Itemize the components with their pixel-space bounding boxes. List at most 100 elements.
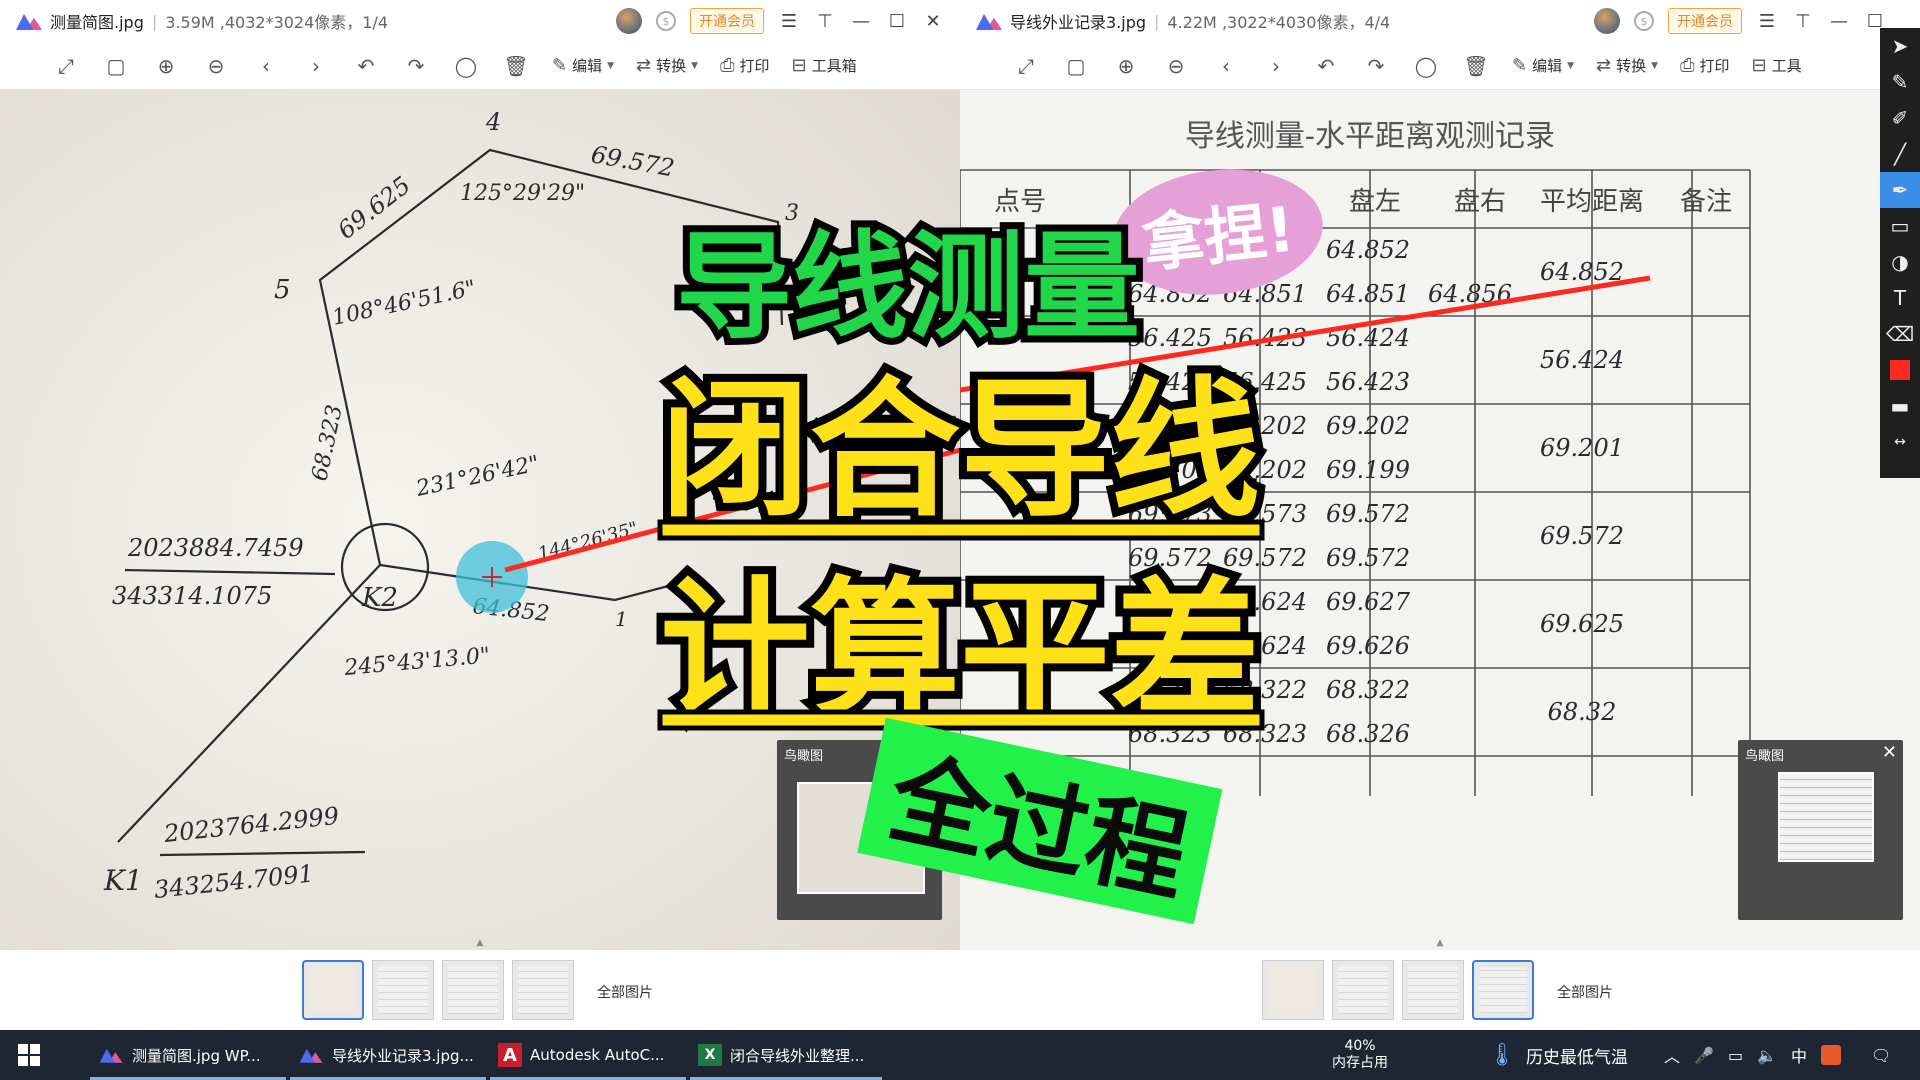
pin-icon[interactable]: ⊤: [1792, 10, 1814, 32]
fullscreen-icon[interactable]: ⤢: [1012, 52, 1040, 80]
rotate-right-icon[interactable]: ↷: [1362, 52, 1390, 80]
delete-icon[interactable]: 🗑: [502, 52, 530, 80]
marker-icon[interactable]: ✐: [1880, 100, 1920, 136]
palette-icon[interactable]: ◑: [1880, 244, 1920, 280]
toolbox-button[interactable]: ⊟ 工具: [1751, 55, 1801, 76]
next-icon[interactable]: ›: [1262, 52, 1290, 80]
all-pictures-link[interactable]: 全部图片: [1557, 982, 1613, 1002]
minimize-icon[interactable]: —: [1828, 10, 1850, 32]
volume-icon[interactable]: 🔈: [1757, 1046, 1777, 1065]
tray-chevron-up-icon[interactable]: ︿: [1664, 1043, 1680, 1067]
thumbnail-4[interactable]: [512, 960, 574, 1020]
taskbar-item-sketch[interactable]: 测量简图.jpg WP...: [90, 1030, 286, 1080]
user-avatar[interactable]: [616, 8, 642, 34]
print-button[interactable]: ⎙ 打印: [1680, 55, 1729, 76]
wps-tray-icon[interactable]: [1821, 1045, 1841, 1065]
color-swatch-icon[interactable]: [1880, 352, 1920, 388]
start-button[interactable]: [18, 1030, 40, 1080]
taskbar-item-record[interactable]: 导线外业记录3.jpg...: [290, 1030, 486, 1080]
stroke-width-icon[interactable]: ▬: [1880, 388, 1920, 424]
thermometer-icon: 🌡: [1488, 1042, 1516, 1068]
collapse-thumbs-icon[interactable]: ▲: [468, 938, 492, 950]
pen-icon[interactable]: ✎: [1880, 64, 1920, 100]
wps-photo-logo-icon: [976, 14, 1002, 30]
ime-indicator[interactable]: 中: [1791, 1043, 1807, 1067]
thumbnail-2[interactable]: [1332, 960, 1394, 1020]
mouse-icon[interactable]: ◯: [452, 52, 480, 80]
line-icon[interactable]: ╱: [1880, 136, 1920, 172]
convert-icon: ⇄: [636, 55, 652, 76]
text-icon[interactable]: T: [1880, 280, 1920, 316]
rotate-left-icon[interactable]: ↶: [352, 52, 380, 80]
sheet-header-cell: 点号: [994, 187, 1046, 217]
right-titlebar: 导线外业记录3.jpg | 4.22M ,3022*4030像素，4/4 $ 开…: [960, 0, 1920, 42]
close-icon[interactable]: ✕: [922, 10, 944, 32]
convert-button[interactable]: ⇄ 转换 ▼: [636, 55, 698, 76]
rotate-right-icon[interactable]: ↷: [402, 52, 430, 80]
thumbnail-1[interactable]: [1262, 960, 1324, 1020]
next-icon[interactable]: ›: [302, 52, 330, 80]
taskbar-item-excel[interactable]: X 闭合导线外业整理...: [690, 1030, 882, 1080]
zoom-out-icon[interactable]: ⊖: [1162, 52, 1190, 80]
mouse-icon[interactable]: ◯: [1412, 52, 1440, 80]
thumbnail-4[interactable]: [1472, 960, 1534, 1020]
thumbnail-3[interactable]: [1402, 960, 1464, 1020]
sheet-cell: 69.624: [1128, 632, 1212, 660]
brush-icon[interactable]: ✒: [1880, 172, 1920, 208]
user-avatar[interactable]: [1594, 8, 1620, 34]
coin-icon[interactable]: $: [1634, 11, 1654, 31]
sheet-cell: 69.572: [1223, 544, 1307, 572]
sheet-cell: 69.624: [1223, 632, 1307, 660]
rotate-left-icon[interactable]: ↶: [1312, 52, 1340, 80]
minimap-close-icon[interactable]: ✕: [1882, 742, 1897, 763]
edit-button[interactable]: ✎ 编辑 ▼: [1512, 55, 1574, 76]
thumbnail-1[interactable]: [302, 960, 364, 1020]
sheet-cell: 69.625: [1128, 588, 1212, 616]
thumbnail-3[interactable]: [442, 960, 504, 1020]
coin-icon[interactable]: $: [656, 11, 676, 31]
sheet-cell: 69.201: [1128, 456, 1212, 484]
minimize-icon[interactable]: —: [850, 10, 872, 32]
taskbar-item-autocad[interactable]: A Autodesk AutoC...: [490, 1030, 686, 1080]
zoom-out-icon[interactable]: ⊖: [202, 52, 230, 80]
minimap-preview[interactable]: [1778, 772, 1874, 862]
rectangle-icon[interactable]: ▭: [1880, 208, 1920, 244]
edit-button[interactable]: ✎ 编辑 ▼: [552, 55, 614, 76]
previous-icon[interactable]: ‹: [252, 52, 280, 80]
vip-button[interactable]: 开通会员: [690, 8, 764, 34]
print-button[interactable]: ⎙ 打印: [720, 55, 769, 76]
expand-rail-icon[interactable]: ↔: [1880, 424, 1920, 460]
delete-icon[interactable]: 🗑: [1462, 52, 1490, 80]
all-pictures-link[interactable]: 全部图片: [597, 982, 653, 1002]
eraser-icon[interactable]: ⌫: [1880, 316, 1920, 352]
battery-icon[interactable]: ▭: [1728, 1046, 1743, 1065]
vip-button[interactable]: 开通会员: [1668, 8, 1742, 34]
menu-icon[interactable]: ☰: [778, 10, 800, 32]
previous-icon[interactable]: ‹: [1212, 52, 1240, 80]
convert-button[interactable]: ⇄ 转换 ▼: [1596, 55, 1658, 76]
select-arrow-icon[interactable]: ➤: [1880, 28, 1920, 64]
sheet-cell: 56.424: [1128, 368, 1212, 396]
right-minimap[interactable]: 鸟瞰图 ✕: [1738, 740, 1903, 920]
toolbox-button[interactable]: ⊟ 工具箱: [791, 55, 856, 76]
zoom-in-icon[interactable]: ⊕: [1112, 52, 1140, 80]
maximize-icon[interactable]: ☐: [886, 10, 908, 32]
zoom-in-icon[interactable]: ⊕: [152, 52, 180, 80]
collapse-thumbs-icon[interactable]: ▲: [1428, 938, 1452, 950]
memory-widget[interactable]: 40% 内存占用: [1320, 1030, 1400, 1080]
fullscreen-icon[interactable]: ⤢: [52, 52, 80, 80]
microphone-icon[interactable]: 🎤: [1694, 1046, 1714, 1065]
fit-window-icon[interactable]: ▢: [1062, 52, 1090, 80]
sheet-cell: 68.323: [1128, 676, 1212, 704]
sheet-cell: 69.627: [1326, 588, 1411, 616]
left-minimap[interactable]: 鸟瞰图: [777, 740, 942, 920]
weather-widget[interactable]: 🌡 历史最低气温: [1488, 1030, 1628, 1080]
fit-window-icon[interactable]: ▢: [102, 52, 130, 80]
menu-icon[interactable]: ☰: [1756, 10, 1778, 32]
sheet-cell: 64.851: [1326, 280, 1410, 308]
thumbnail-2[interactable]: [372, 960, 434, 1020]
sheet-cell: 69.624: [1223, 588, 1307, 616]
minimap-preview[interactable]: [797, 782, 925, 894]
notification-icon[interactable]: 🗨: [1871, 1046, 1891, 1065]
pin-icon[interactable]: ⊤: [814, 10, 836, 32]
